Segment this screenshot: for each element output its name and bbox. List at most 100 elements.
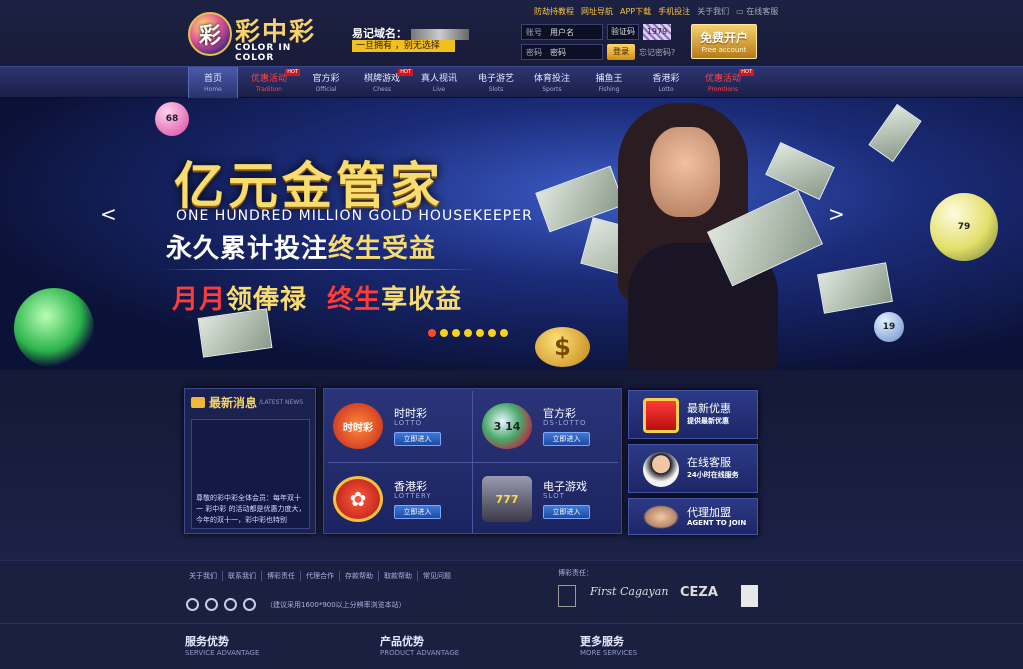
- footer-link-withdraw-help[interactable]: 取款帮助: [378, 571, 417, 581]
- banner-tagline-2: 月月领俸禄 终生享收益: [172, 285, 463, 315]
- nav-sports[interactable]: 体育投注 Sports: [527, 67, 577, 98]
- top-link-about[interactable]: 关于我们: [697, 6, 729, 17]
- login-button[interactable]: 登录: [607, 44, 635, 60]
- responsibility-label: 博彩责任：: [558, 569, 593, 577]
- header: 彩 彩中彩 COLOR IN COLOR 易记域名： 一旦拥有 ，别无选择 防劫…: [0, 0, 1023, 66]
- latest-news-panel: 最新消息/LATEST NEWS 尊敬的彩中彩全体会员：每年双十一 彩中彩 的活…: [184, 388, 316, 534]
- agent-join-card[interactable]: 代理加盟 AGENT TO JOIN: [628, 498, 758, 535]
- nav-promotions[interactable]: 优惠活动 Promtions HOT: [698, 67, 754, 98]
- opera-icon[interactable]: [224, 598, 237, 611]
- main-nav: 首页 Home 优惠活动 Tradition HOT 官方彩 Official 棋牌游戏…: [0, 66, 1023, 98]
- footer-link-contact[interactable]: 联系我们: [222, 571, 261, 581]
- banner-prev-arrow[interactable]: <: [100, 202, 117, 226]
- money-image: [868, 103, 922, 163]
- online-service-card[interactable]: 在线客服 24小时在线服务: [628, 444, 758, 493]
- cagayan-logo-icon: [741, 585, 758, 607]
- banner-tagline-1: 永久累计投注终生受益: [166, 234, 437, 264]
- nav-chess[interactable]: 棋牌游戏 Chess HOT: [357, 67, 413, 98]
- brand-name-en: COLOR IN COLOR: [235, 43, 292, 63]
- divider: [0, 623, 1023, 624]
- hot-badge: HOT: [398, 69, 413, 76]
- banner-dot[interactable]: [440, 329, 448, 337]
- lottery-ball-icon: 68: [155, 102, 189, 136]
- lottery-ball-icon: [14, 288, 94, 368]
- footer-links: 关于我们 联系我们 博彩责任 代理合作 存款帮助 取款帮助 常见问题: [189, 571, 456, 581]
- top-links: 防劫持教程 网址导航 APP下载 手机投注 关于我们 ▭ 在线客服: [534, 6, 778, 17]
- banner-dot[interactable]: [476, 329, 484, 337]
- domain-value: [411, 28, 469, 40]
- firefox-icon[interactable]: [205, 598, 218, 611]
- username-field[interactable]: 账号 用户名: [521, 24, 603, 40]
- chrome-icon[interactable]: [186, 598, 199, 611]
- ssc-logo-icon: 时时彩: [333, 403, 383, 449]
- banner-next-arrow[interactable]: >: [828, 202, 845, 226]
- enter-button[interactable]: 立即进入: [394, 432, 441, 446]
- game-ssc: 时时彩 时时彩 LOTTO 立即进入: [324, 389, 473, 462]
- top-link-online-service[interactable]: ▭ 在线客服: [736, 6, 778, 17]
- nav-tradition[interactable]: 优惠活动 Tradition HOT: [244, 67, 300, 98]
- login-row-2: 密码 密码 登录 忘记密码?: [521, 44, 675, 60]
- safari-icon[interactable]: [243, 598, 256, 611]
- gift-icon: [643, 398, 679, 433]
- logo[interactable]: 彩 彩中彩 COLOR IN COLOR: [188, 10, 318, 63]
- hot-badge: HOT: [739, 69, 754, 76]
- top-link-anti-hijack[interactable]: 防劫持教程: [534, 6, 574, 17]
- nav-slots[interactable]: 电子游艺 Slots: [471, 67, 521, 98]
- nav-home[interactable]: 首页 Home: [188, 67, 238, 98]
- first-cagayan-logo: First Cagayan: [590, 585, 669, 598]
- banner-dot[interactable]: [464, 329, 472, 337]
- browser-icons: [186, 598, 256, 611]
- hero-banner[interactable]: 68 79 19 $ 亿元金管家 ONE HUNDRED MILLION GOL…: [0, 98, 1023, 370]
- footer-link-responsibility[interactable]: 博彩责任: [261, 571, 300, 581]
- game-slots: 777 电子游戏 SLOT 立即进入: [473, 462, 622, 535]
- more-services: 更多服务 MORE SERVICES: [580, 635, 638, 657]
- captcha-image[interactable]: 1979: [643, 24, 671, 40]
- footer-link-faq[interactable]: 常见问题: [417, 571, 456, 581]
- hot-badge: HOT: [285, 69, 300, 76]
- news-header: 最新消息/LATEST NEWS: [185, 389, 315, 415]
- forgot-password-link[interactable]: 忘记密码?: [639, 47, 675, 58]
- footer-link-deposit-help[interactable]: 存款帮助: [339, 571, 378, 581]
- speech-bubble-icon: [191, 396, 205, 408]
- footer-link-about[interactable]: 关于我们: [189, 571, 222, 581]
- domain-label: 易记域名：: [352, 25, 469, 41]
- banner-divider: [160, 269, 478, 270]
- enter-button[interactable]: 立即进入: [394, 505, 441, 519]
- nav-live[interactable]: 真人视讯 Live: [414, 67, 464, 98]
- enter-button[interactable]: 立即进入: [543, 432, 590, 446]
- captcha-field[interactable]: 验证码: [607, 24, 639, 40]
- top-link-navigation[interactable]: 网址导航: [581, 6, 613, 17]
- logo-icon: 彩: [188, 12, 232, 56]
- handshake-icon: [643, 505, 679, 529]
- nav-fishing[interactable]: 捕鱼王 Fishing: [584, 67, 634, 98]
- banner-pagination: [428, 329, 508, 337]
- latest-promotions-card[interactable]: 最新优惠 提供最新优惠: [628, 390, 758, 439]
- top-link-mobile-bet[interactable]: 手机投注: [658, 6, 690, 17]
- footer-link-agent[interactable]: 代理合作: [300, 571, 339, 581]
- lottery-ball-icon: 79: [930, 193, 998, 261]
- nav-lotto[interactable]: 香港彩 Lotto: [641, 67, 691, 98]
- banner-subtitle-en: ONE HUNDRED MILLION GOLD HOUSEKEEPER: [176, 208, 533, 224]
- games-panel: 时时彩 时时彩 LOTTO 立即进入 3 14 官方彩 DS-LOTTO 立即进…: [323, 388, 622, 534]
- game-hk-lottery: ✿ 香港彩 LOTTERY 立即进入: [324, 462, 473, 535]
- resolution-note: （建议采用1600*900以上分辨率浏览本站）: [266, 601, 406, 609]
- password-field[interactable]: 密码 密码: [521, 44, 603, 60]
- money-image: [817, 262, 893, 314]
- license-seal-icon: [558, 585, 576, 607]
- banner-dot[interactable]: [500, 329, 508, 337]
- top-link-app-download[interactable]: APP下载: [620, 6, 651, 17]
- banner-dot[interactable]: [452, 329, 460, 337]
- service-advantage: 服务优势 SERVICE ADVANTAGE: [185, 635, 260, 657]
- customer-service-icon: [643, 452, 679, 487]
- product-advantage: 产品优势 PRODUCT ADVANTAGE: [380, 635, 460, 657]
- footer: 关于我们 联系我们 博彩责任 代理合作 存款帮助 取款帮助 常见问题 （建议采用…: [0, 560, 1023, 669]
- enter-button[interactable]: 立即进入: [543, 505, 590, 519]
- ceza-logo: CEZA: [680, 585, 718, 600]
- signup-button[interactable]: 免费开户 Free account: [691, 24, 757, 59]
- banner-dot[interactable]: [488, 329, 496, 337]
- banner-dot[interactable]: [428, 329, 436, 337]
- news-ticker[interactable]: 尊敬的彩中彩全体会员：每年双十一 彩中彩 的活动都是优惠力度大，今年的双十一，彩…: [191, 419, 310, 529]
- nav-official[interactable]: 官方彩 Official: [301, 67, 351, 98]
- game-official: 3 14 官方彩 DS-LOTTO 立即进入: [473, 389, 622, 462]
- lottery-ball-icon: 19: [874, 312, 904, 342]
